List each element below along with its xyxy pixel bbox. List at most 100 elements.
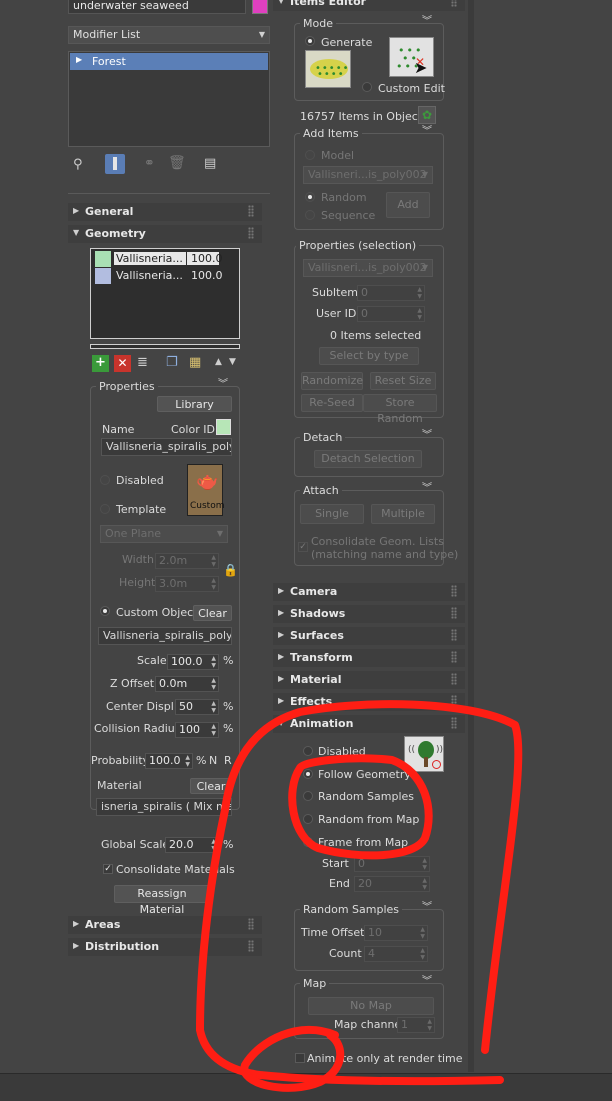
pin-stack-icon[interactable]: ⚲: [73, 157, 83, 172]
configure-sets-icon[interactable]: ▤: [204, 156, 216, 171]
random-from-map-radio[interactable]: [303, 814, 313, 824]
name-field[interactable]: Vallisneria_spiralis_poly002: [101, 438, 232, 456]
random-samples-radio[interactable]: [303, 791, 313, 801]
add-item-icon[interactable]: +: [92, 355, 109, 372]
object-color-swatch[interactable]: [252, 0, 268, 14]
rollout-camera[interactable]: ▶ Camera: [273, 583, 465, 601]
multiple-button[interactable]: Multiple: [371, 504, 435, 524]
spinner-arrows-icon[interactable]: ▲ ▼: [420, 926, 425, 940]
list-item[interactable]: Vallisneria... 100.0: [93, 251, 237, 267]
show-end-result-icon[interactable]: [105, 154, 125, 174]
zoffset-spinner[interactable]: 0.0m ▲ ▼: [155, 676, 219, 692]
global-scale-spinner[interactable]: 20.0 ▲ ▼: [165, 837, 219, 853]
n-toggle[interactable]: N: [209, 754, 217, 767]
spinner-arrows-icon[interactable]: ▲ ▼: [417, 307, 422, 321]
width-spinner[interactable]: 2.0m ▲ ▼: [155, 553, 219, 569]
reset-size-button[interactable]: Reset Size: [370, 372, 436, 390]
template-radio[interactable]: [100, 504, 110, 514]
custom-object-thumbnail[interactable]: 🫖 Custom: [187, 464, 224, 516]
select-by-type-button[interactable]: Select by type: [319, 347, 419, 365]
modifier-list-dropdown[interactable]: Modifier List ▼: [68, 26, 270, 44]
spinner-arrows-icon[interactable]: ▲ ▼: [427, 1018, 432, 1032]
spinner-arrows-icon[interactable]: ▲ ▼: [211, 677, 216, 691]
collapse-chevron-icon[interactable]: ︾: [422, 977, 432, 987]
rollout-geometry[interactable]: ▼ Geometry: [68, 225, 262, 243]
scale-spinner[interactable]: 100.0 ▲ ▼: [167, 654, 219, 670]
generate-mode-icon[interactable]: ••••• ••••: [305, 50, 351, 88]
geometry-list[interactable]: Vallisneria... 100.0 Vallisneria... 100.…: [90, 248, 240, 339]
spinner-arrows-icon[interactable]: ▲ ▼: [417, 286, 422, 300]
anim-disabled-radio[interactable]: [303, 746, 313, 756]
spinner-arrows-icon[interactable]: ▲ ▼: [211, 700, 216, 714]
generate-radio[interactable]: [305, 36, 315, 46]
rollout-distribution[interactable]: ▶ Distribution: [68, 938, 262, 956]
animation-tree-icon[interactable]: (( )): [404, 736, 444, 772]
reseed-button[interactable]: Re-Seed: [301, 394, 363, 412]
move-down-icon[interactable]: ▼: [229, 357, 236, 367]
model-radio[interactable]: [305, 150, 315, 160]
r-toggle[interactable]: R: [224, 754, 232, 767]
remove-modifier-icon[interactable]: 🗑: [168, 155, 186, 171]
subitem-spinner[interactable]: 0 ▲ ▼: [357, 285, 425, 301]
custom-edit-radio[interactable]: [362, 82, 372, 92]
time-offset-spinner[interactable]: 10 ▲ ▼: [364, 925, 428, 941]
move-up-icon[interactable]: ▲: [215, 357, 222, 367]
userid-spinner[interactable]: 0 ▲ ▼: [357, 306, 425, 322]
store-random-button[interactable]: Store Random: [363, 394, 437, 425]
paste-icon[interactable]: ▦: [189, 355, 201, 370]
right-scrollbar[interactable]: [468, 0, 474, 1072]
disabled-radio[interactable]: [100, 475, 110, 485]
height-spinner[interactable]: 3.0m ▲ ▼: [155, 576, 219, 592]
render-time-checkbox[interactable]: [295, 1053, 305, 1063]
library-button[interactable]: Library: [157, 396, 232, 412]
probability-spinner[interactable]: 100.0 ▲ ▼: [145, 753, 193, 769]
rollout-surfaces[interactable]: ▶ Surfaces: [273, 627, 465, 645]
collision-radius-spinner[interactable]: 100 ▲ ▼: [175, 722, 219, 738]
list-scrollbar[interactable]: [90, 344, 240, 349]
rollout-effects[interactable]: ▶ Effects: [273, 693, 465, 711]
frame-from-map-radio[interactable]: [303, 837, 313, 847]
random-radio[interactable]: [305, 192, 315, 202]
modifier-stack[interactable]: ▶ Forest: [68, 51, 270, 147]
rollout-areas[interactable]: ▶ Areas: [68, 916, 262, 934]
collapse-chevron-icon[interactable]: ︾: [422, 431, 432, 441]
object-name-field[interactable]: underwater seaweed: [68, 0, 246, 14]
tree-refresh-icon[interactable]: ✿: [418, 106, 436, 124]
center-displ-spinner[interactable]: 50 ▲ ▼: [175, 699, 219, 715]
rollout-transform[interactable]: ▶ Transform: [273, 649, 465, 667]
end-spinner[interactable]: 20 ▲ ▼: [354, 876, 430, 892]
collapse-chevron-icon[interactable]: ︾: [422, 17, 432, 27]
model-dropdown[interactable]: Vallisneri...is_poly002 ▼: [303, 166, 433, 184]
detach-selection-button[interactable]: Detach Selection: [314, 450, 422, 468]
spinner-arrows-icon[interactable]: ▲ ▼: [185, 754, 190, 768]
add-button[interactable]: Add: [386, 192, 430, 218]
consolidate-materials-checkbox[interactable]: ✓: [103, 864, 113, 874]
spinner-arrows-icon[interactable]: ▲ ▼: [211, 655, 216, 669]
make-unique-icon[interactable]: ⚭: [144, 156, 155, 171]
sequence-radio[interactable]: [305, 210, 315, 220]
count-spinner[interactable]: 4 ▲ ▼: [364, 946, 428, 962]
randomize-button[interactable]: Randomize: [301, 372, 363, 390]
rollout-animation[interactable]: ▼ Animation: [273, 715, 465, 733]
plane-type-dropdown[interactable]: One Plane ▼: [100, 525, 228, 543]
color-id-swatch[interactable]: [216, 419, 231, 435]
collapse-chevron-icon[interactable]: ︾: [422, 903, 432, 913]
spinner-arrows-icon[interactable]: ▲ ▼: [211, 577, 216, 591]
lock-icon[interactable]: 🔒: [223, 563, 238, 577]
single-button[interactable]: Single: [300, 504, 364, 524]
collapse-chevron-icon[interactable]: ︾: [422, 484, 432, 494]
properties-selection-dropdown[interactable]: Vallisneri...is_poly002 ▼: [303, 259, 433, 277]
clear-custom-button[interactable]: Clear: [193, 605, 232, 621]
rollout-items-editor[interactable]: ▼ Items Editor: [273, 0, 465, 11]
material-field[interactable]: isneria_spiralis ( Mix mate: [96, 798, 232, 816]
clear-material-button[interactable]: Clear: [190, 778, 232, 794]
consolidate-geom-checkbox[interactable]: ✓: [298, 542, 308, 552]
rollout-general[interactable]: ▶ General: [68, 203, 262, 221]
map-channel-spinner[interactable]: 1 ▲ ▼: [397, 1017, 435, 1033]
start-spinner[interactable]: 0 ▲ ▼: [354, 856, 430, 872]
spinner-arrows-icon[interactable]: ▲ ▼: [211, 554, 216, 568]
collapse-chevron-icon[interactable]: ︾: [218, 380, 228, 390]
custom-object-radio[interactable]: [100, 606, 110, 616]
reassign-material-button[interactable]: Reassign Material: [114, 885, 210, 916]
copy-icon[interactable]: ❐: [166, 355, 178, 370]
